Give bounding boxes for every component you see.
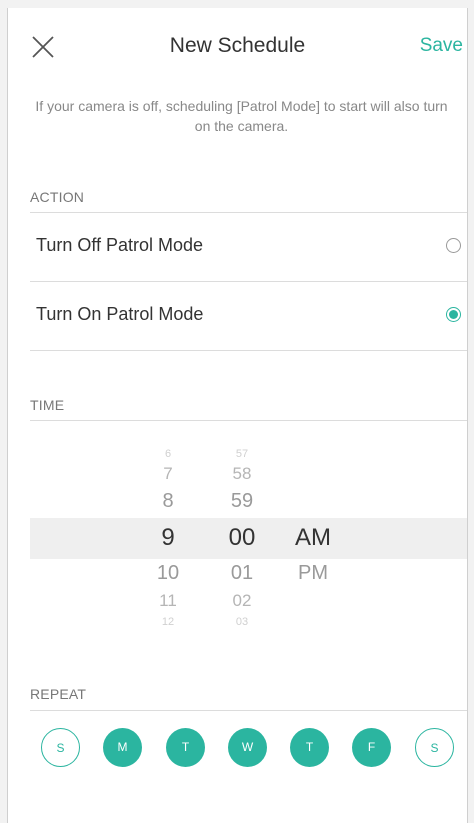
time-picker[interactable]: 6 7 8 9 10 11 12 57 58 59 00 01 02 03 AM… xyxy=(30,444,467,634)
day-sunday[interactable]: S xyxy=(41,728,80,767)
day-saturday[interactable]: S xyxy=(415,728,454,767)
day-wednesday[interactable]: W xyxy=(228,728,267,767)
hour-option[interactable]: 7 xyxy=(138,464,198,484)
day-monday[interactable]: M xyxy=(103,728,142,767)
hour-option[interactable]: 11 xyxy=(138,591,198,611)
divider xyxy=(30,420,467,421)
camera-notice: If your camera is off, scheduling [Patro… xyxy=(35,98,448,134)
minute-selected[interactable]: 00 xyxy=(212,524,272,552)
repeat-section-label: REPEAT xyxy=(30,686,87,702)
option-turn-off-patrol[interactable]: Turn Off Patrol Mode xyxy=(30,213,467,281)
day-friday[interactable]: F xyxy=(352,728,391,767)
minute-option[interactable]: 58 xyxy=(212,464,272,484)
divider xyxy=(30,710,467,711)
divider xyxy=(30,350,467,351)
hour-option[interactable]: 12 xyxy=(138,616,198,628)
minute-option[interactable]: 59 xyxy=(212,490,272,513)
minute-option[interactable]: 03 xyxy=(212,616,272,628)
save-button[interactable]: Save xyxy=(420,35,463,57)
option-label: Turn On Patrol Mode xyxy=(36,304,204,324)
schedule-screen: New Schedule Save If your camera is off,… xyxy=(7,8,468,823)
minute-option[interactable]: 02 xyxy=(212,591,272,611)
hour-option[interactable]: 8 xyxy=(138,490,198,513)
repeat-days: S M T W T F S xyxy=(30,728,467,778)
radio-checked[interactable] xyxy=(446,307,461,322)
day-tuesday[interactable]: T xyxy=(166,728,205,767)
time-section-label: TIME xyxy=(30,397,65,413)
minute-option[interactable]: 01 xyxy=(212,562,272,585)
option-turn-on-patrol[interactable]: Turn On Patrol Mode xyxy=(30,282,467,350)
period-selected[interactable]: AM xyxy=(283,524,343,552)
period-option[interactable]: PM xyxy=(283,562,343,585)
hour-option[interactable]: 10 xyxy=(138,562,198,585)
action-section-label: ACTION xyxy=(30,189,85,205)
hour-option[interactable]: 6 xyxy=(138,448,198,460)
day-thursday[interactable]: T xyxy=(290,728,329,767)
option-label: Turn Off Patrol Mode xyxy=(36,235,204,255)
page-title: New Schedule xyxy=(169,34,306,57)
hour-selected[interactable]: 9 xyxy=(138,524,198,552)
radio-unchecked[interactable] xyxy=(446,238,461,253)
minute-option[interactable]: 57 xyxy=(212,448,272,460)
header: New Schedule Save xyxy=(8,8,467,88)
